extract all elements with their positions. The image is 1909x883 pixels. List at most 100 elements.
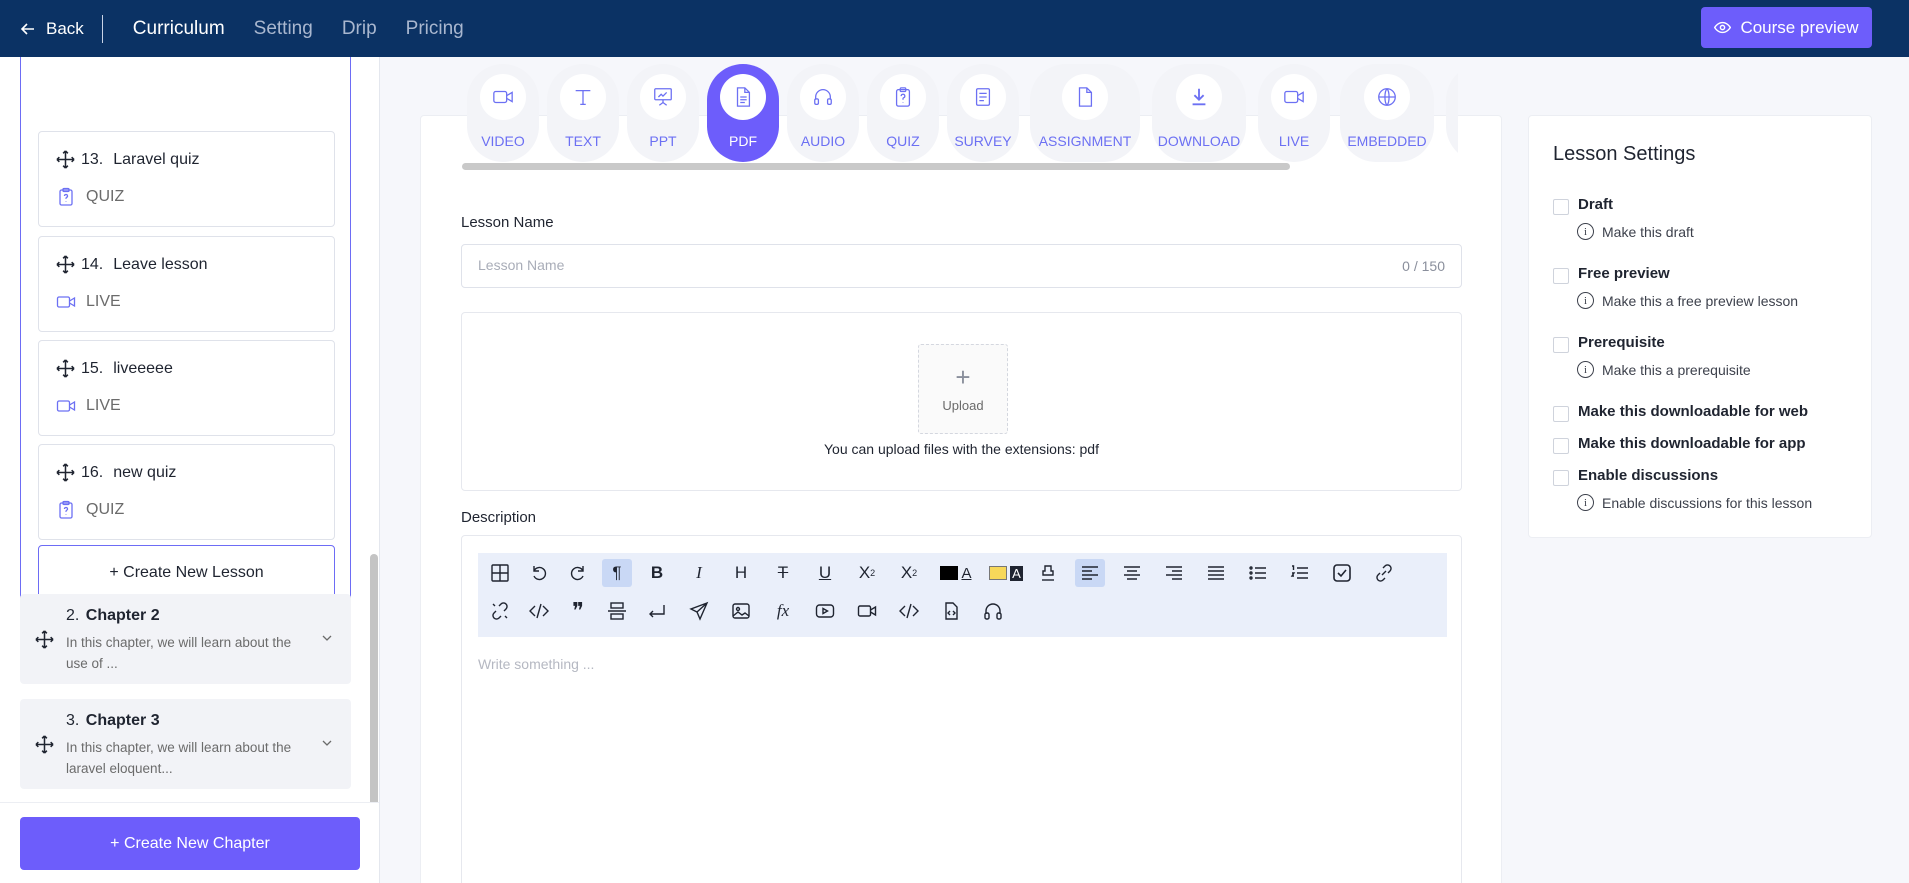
tab-curriculum[interactable]: Curriculum [133, 18, 225, 40]
align-justify-icon[interactable] [1201, 559, 1231, 587]
link-icon[interactable] [1369, 559, 1399, 587]
upload-hint: You can upload files with the extensions… [823, 441, 1099, 457]
unlink-icon[interactable] [485, 597, 515, 625]
setting-title: Draft [1578, 196, 1614, 213]
align-center-icon[interactable] [1117, 559, 1147, 587]
lesson-type-live[interactable]: LIVE [1258, 64, 1330, 162]
free-preview-checkbox[interactable] [1553, 268, 1569, 284]
superscript-icon[interactable]: X2 [894, 559, 924, 587]
course-preview-button[interactable]: Course preview [1701, 7, 1872, 48]
lesson-card-15[interactable]: 15. liveeeee LIVE [38, 340, 335, 436]
lesson-type-assignment[interactable]: ASSIGNMENT [1030, 64, 1140, 162]
highlight-color-icon[interactable]: A [984, 559, 1028, 587]
bold-icon[interactable]: B [642, 559, 672, 587]
blockquote-icon[interactable]: ❞ [563, 597, 593, 625]
lesson-card-13[interactable]: 13. Laravel quiz QUIZ [38, 131, 335, 227]
youtube-icon[interactable] [810, 597, 840, 625]
lesson-type-video[interactable]: VIDEO [467, 64, 539, 162]
lesson-type-ppt[interactable]: PPT [627, 64, 699, 162]
align-right-icon[interactable] [1159, 559, 1189, 587]
image-icon[interactable] [726, 597, 756, 625]
tab-drip[interactable]: Drip [342, 18, 377, 40]
numbered-list-icon[interactable] [1285, 559, 1315, 587]
enable-discussions-checkbox[interactable] [1553, 470, 1569, 486]
tab-setting[interactable]: Setting [254, 18, 313, 40]
lesson-card-14[interactable]: 14. Leave lesson LIVE [38, 236, 335, 332]
arrow-left-icon [20, 22, 34, 35]
audio-icon[interactable] [978, 597, 1008, 625]
editor-toolbar: ¶ B I H T U X2 X2 A A ❞ fx [478, 553, 1447, 637]
prerequisite-checkbox[interactable] [1553, 337, 1569, 353]
headphones-icon [814, 89, 832, 105]
checklist-icon[interactable] [1327, 559, 1357, 587]
draft-checkbox[interactable] [1553, 199, 1569, 215]
bullet-list-icon[interactable] [1243, 559, 1273, 587]
drag-handle-icon[interactable] [56, 463, 75, 482]
text-color-icon[interactable]: A [936, 559, 976, 587]
chapter-description: In this chapter, we will learn about the… [66, 740, 292, 776]
file-icon [1078, 87, 1093, 107]
chevron-down-icon[interactable] [321, 737, 333, 749]
lesson-settings-panel: Lesson Settings Draft i Make this draft F… [1528, 115, 1872, 538]
quiz-icon [59, 500, 73, 519]
lesson-type-scrollbar[interactable] [462, 163, 1290, 170]
send-icon[interactable] [684, 597, 714, 625]
file-code-icon[interactable] [936, 597, 966, 625]
downloadable-web-checkbox[interactable] [1553, 406, 1569, 422]
lesson-type-label: AUDIO [800, 133, 846, 149]
lesson-type-download[interactable]: DOWNLOAD [1152, 64, 1246, 162]
upload-button[interactable]: + Upload [918, 344, 1008, 434]
lesson-type-more[interactable] [1446, 64, 1458, 162]
lesson-type-selector: VIDEO TEXT PPT PDF AUDIO QUIZ SURVEY ASS… [453, 64, 1458, 166]
italic-icon[interactable]: I [684, 559, 714, 587]
strikethrough-icon[interactable]: T [768, 559, 798, 587]
lesson-name-input[interactable] [478, 257, 1358, 273]
back-button[interactable]: Back [20, 19, 84, 39]
video-icon [56, 296, 76, 308]
drag-handle-icon[interactable] [56, 255, 75, 274]
lesson-card-16[interactable]: 16. new quiz QUIZ [38, 444, 335, 540]
lesson-title: Laravel quiz [113, 150, 200, 168]
lesson-type-embedded[interactable]: EMBEDDED [1340, 64, 1434, 162]
drag-handle-icon[interactable] [56, 150, 75, 169]
lesson-type-survey[interactable]: SURVEY [947, 64, 1019, 162]
align-left-icon[interactable] [1075, 559, 1105, 587]
heading-icon[interactable]: H [726, 559, 756, 587]
lesson-type-quiz[interactable]: QUIZ [867, 64, 939, 162]
embed-code-icon[interactable] [894, 597, 924, 625]
lesson-name-field[interactable]: 0 / 150 [461, 244, 1462, 288]
code-icon[interactable] [524, 597, 554, 625]
clear-format-icon[interactable] [1033, 559, 1063, 587]
chapter-card-2[interactable]: 2. Chapter 2 In this chapter, we will le… [20, 594, 351, 684]
tab-pricing[interactable]: Pricing [406, 18, 464, 40]
horizontal-rule-icon[interactable] [602, 597, 632, 625]
create-new-lesson-button[interactable]: + Create New Lesson [38, 545, 335, 600]
lesson-type-text[interactable]: TEXT [547, 64, 619, 162]
chapter-card-3[interactable]: 3. Chapter 3 In this chapter, we will le… [20, 699, 351, 789]
lesson-type-audio[interactable]: AUDIO [787, 64, 859, 162]
lesson-type-label: ASSIGNMENT [1038, 133, 1132, 149]
line-break-icon[interactable] [642, 597, 672, 625]
drag-handle-icon[interactable] [35, 735, 54, 754]
paragraph-icon[interactable]: ¶ [602, 559, 632, 587]
drag-handle-icon[interactable] [35, 630, 54, 649]
chapter-name: Chapter 2 [85, 607, 160, 624]
drag-handle-icon[interactable] [56, 359, 75, 378]
table-icon[interactable] [485, 559, 515, 587]
create-new-chapter-button[interactable]: + Create New Chapter [20, 817, 360, 870]
document-icon [736, 87, 751, 107]
video-embed-icon[interactable] [852, 597, 882, 625]
chevron-down-icon[interactable] [321, 632, 333, 644]
formula-icon[interactable]: fx [768, 597, 798, 625]
info-icon: i [1577, 223, 1594, 240]
subscript-icon[interactable]: X2 [852, 559, 882, 587]
setting-description: i Make this a free preview lesson [1577, 292, 1798, 309]
downloadable-app-checkbox[interactable] [1553, 438, 1569, 454]
lesson-type-pdf[interactable]: PDF [707, 64, 779, 162]
sidebar-scrollbar[interactable] [370, 554, 378, 816]
undo-icon[interactable] [524, 559, 554, 587]
survey-icon [975, 88, 991, 106]
description-editor[interactable]: ¶ B I H T U X2 X2 A A ❞ fx Write somethi… [461, 535, 1462, 883]
redo-icon[interactable] [563, 559, 593, 587]
underline-icon[interactable]: U [810, 559, 840, 587]
